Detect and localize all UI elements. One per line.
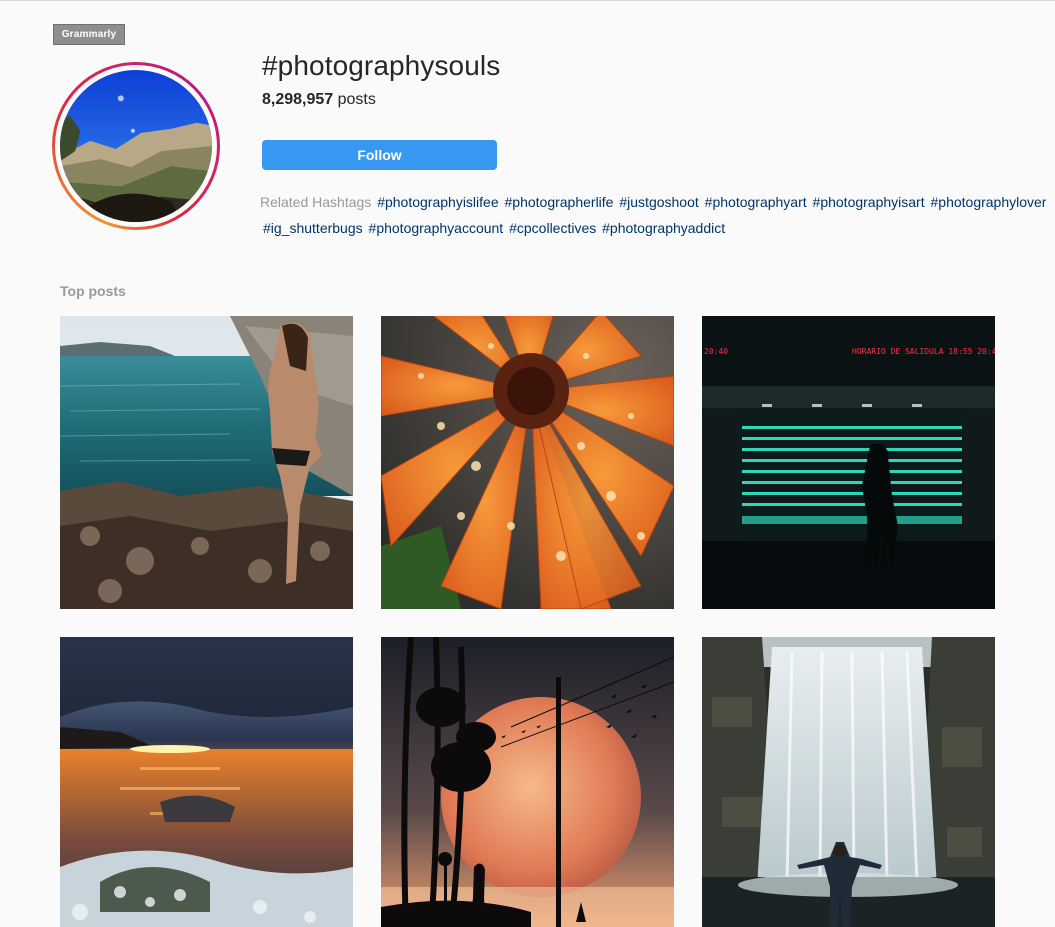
hashtag-avatar (52, 62, 220, 230)
post-count-label: posts (333, 91, 376, 108)
grammarly-badge[interactable]: Grammarly (53, 24, 125, 45)
hashtag-link[interactable]: #photographerlife (505, 194, 614, 210)
post-thumbnail[interactable] (60, 316, 353, 609)
hashtag-link[interactable]: #ig_shutterbugs (263, 220, 363, 236)
hashtag-link[interactable]: #photographyaccount (369, 220, 504, 236)
post-image-sunset-sea (60, 637, 353, 927)
hashtag-page: Grammarly #photographysouls 8,298,957 po… (0, 0, 1055, 927)
follow-button[interactable]: Follow (262, 140, 497, 170)
post-count: 8,298,957 posts (262, 91, 376, 109)
station-sign-text: HORARIO DE SALIDULA 18:55 20:40 (852, 347, 995, 356)
hashtag-link[interactable]: #photographyaddict (602, 220, 725, 236)
hashtag-link[interactable]: #cpcollectives (509, 220, 596, 236)
top-divider (0, 0, 1055, 1)
post-image-orange-flower (381, 316, 674, 609)
post-thumbnail[interactable] (702, 637, 995, 927)
related-hashtags: Related Hashtags #photographyislifee #ph… (260, 189, 1050, 236)
hashtag-link[interactable]: #photographyislifee (377, 194, 498, 210)
post-image-woman-on-rocks (60, 316, 353, 609)
hashtag-link[interactable]: #justgoshoot (619, 194, 698, 210)
post-image-neon-station: HORARIO DE SALIDULA 18:55 20:40 20:40 (702, 316, 995, 609)
station-sign-text-left: 20:40 (704, 347, 728, 356)
page-title: #photographysouls (262, 50, 501, 81)
top-posts-heading: Top posts (60, 283, 126, 299)
hashtag-link[interactable]: #photographyart (705, 194, 807, 210)
post-count-number: 8,298,957 (262, 91, 334, 108)
hashtag-link[interactable]: #photographyisart (813, 194, 925, 210)
post-thumbnail[interactable] (381, 637, 674, 927)
post-image-waterfall (702, 637, 995, 927)
related-hashtags-label: Related Hashtags (260, 194, 372, 210)
post-thumbnail[interactable] (381, 316, 674, 609)
avatar-image (60, 70, 212, 222)
post-thumbnail[interactable] (60, 637, 353, 927)
hashtag-link[interactable]: #photographylover (931, 194, 1047, 210)
post-thumbnail[interactable]: HORARIO DE SALIDULA 18:55 20:40 20:40 (702, 316, 995, 609)
post-image-giant-moon (381, 637, 674, 927)
